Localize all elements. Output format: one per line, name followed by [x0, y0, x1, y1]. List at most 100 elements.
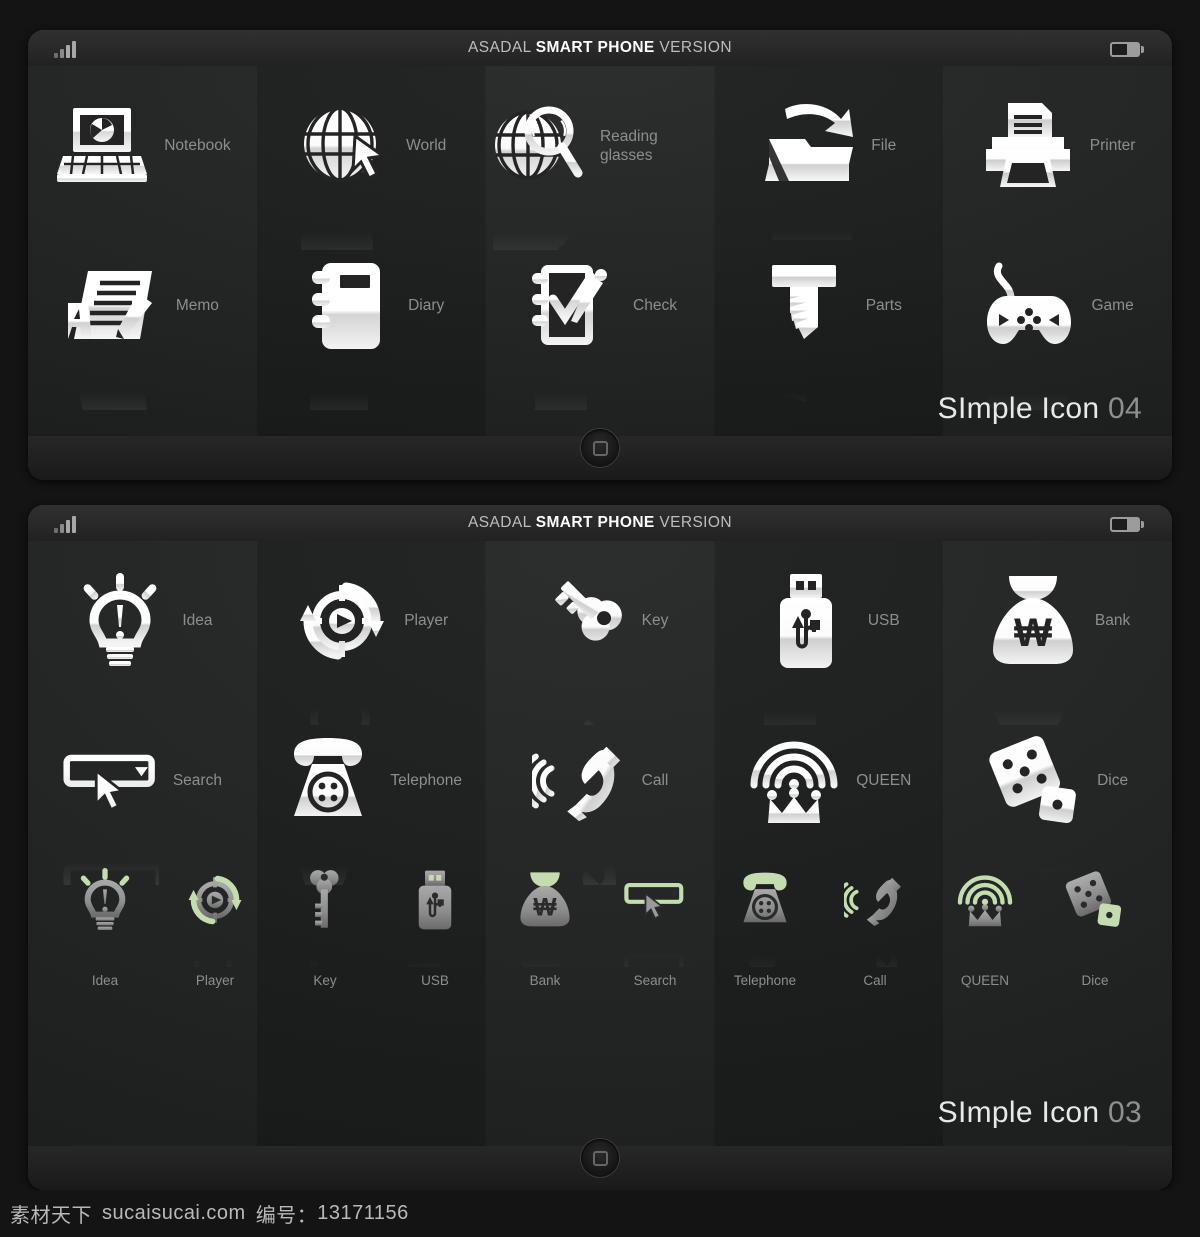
- signal-bars-icon: [54, 516, 76, 533]
- poster-root: ASADAL SMART PHONE VERSION Notebook Worl…: [0, 0, 1200, 1237]
- footer-site-url: sucaisucai.com: [102, 1202, 246, 1224]
- icon-label: Game: [1091, 297, 1134, 315]
- icon-cell-dice[interactable]: Dice: [943, 701, 1172, 873]
- crown-waves-icon: [954, 867, 1016, 951]
- icon-cell-diary[interactable]: Diary: [257, 226, 486, 410]
- icon-label: File: [871, 137, 897, 155]
- icon-cell-usb[interactable]: USB: [714, 541, 943, 725]
- svg-text:₩: ₩: [533, 894, 557, 921]
- rotary-telephone-icon: [734, 867, 796, 967]
- notebook-icon: [54, 94, 150, 230]
- icon-cell-printer[interactable]: Printer: [943, 66, 1172, 230]
- call-handset-waves-icon: [844, 867, 906, 967]
- icon-label: Call: [641, 772, 669, 790]
- crown-waves-icon: [746, 729, 842, 861]
- icon-cell-idea[interactable]: Idea: [28, 541, 257, 701]
- panel-2-brand: SImple Icon 03: [938, 1096, 1142, 1130]
- icon-label: Player: [404, 612, 449, 630]
- printer-icon: [980, 94, 1076, 230]
- home-button-icon[interactable]: [581, 1139, 619, 1177]
- status-title-suffix: VERSION: [654, 514, 732, 531]
- icon-cell-search[interactable]: Search: [28, 701, 257, 885]
- screw-bolt-icon-reflection: [756, 358, 852, 410]
- icon-label: Key: [641, 612, 669, 630]
- call-handset-waves-icon: [531, 729, 628, 885]
- brand-text-1: SImple Icon 04: [938, 392, 1142, 426]
- diary-notebook-icon: [298, 254, 394, 410]
- usb-drive-icon-reflection: [404, 933, 466, 967]
- status-title-prefix: ASADAL: [468, 39, 536, 56]
- icon-label: Diary: [408, 297, 445, 315]
- icon-cell-notebook[interactable]: Notebook: [28, 66, 257, 230]
- small-icon-cell-dice[interactable]: Dice: [1040, 861, 1150, 1031]
- search-dropdown-cursor-icon: [63, 729, 159, 885]
- small-icon-cell-key[interactable]: Key: [270, 861, 380, 1031]
- small-icon-cell-search[interactable]: Search: [600, 861, 710, 1031]
- icon-cell-world[interactable]: World: [257, 66, 486, 250]
- icon-grid-1-row-1: Notebook World Reading glasses File Prin…: [28, 66, 1172, 250]
- icon-cell-player[interactable]: Player: [257, 541, 486, 725]
- smartphone-panel-1: ASADAL SMART PHONE VERSION Notebook Worl…: [28, 30, 1172, 480]
- dice-icon: [1064, 867, 1126, 959]
- small-icon-cell-usb[interactable]: USB: [380, 861, 490, 1031]
- icon-label: Dice: [1081, 973, 1109, 988]
- footer-code-value: 13171156: [317, 1202, 409, 1224]
- small-icon-cell-call[interactable]: Call: [820, 861, 930, 1031]
- lightbulb-icon: [74, 867, 136, 943]
- crown-waves-icon-reflection: [954, 933, 1016, 967]
- icon-cell-reading-glasses[interactable]: Reading glasses: [486, 66, 715, 250]
- rotary-telephone-icon-reflection: [734, 933, 796, 967]
- player-refresh-icon-reflection: [184, 933, 246, 967]
- icon-cell-key[interactable]: Key: [486, 541, 715, 725]
- svg-text:₩: ₩: [1014, 611, 1052, 655]
- icon-label: Player: [195, 973, 235, 988]
- icon-cell-queen[interactable]: QUEEN: [714, 701, 943, 861]
- icon-label: Idea: [91, 973, 119, 988]
- panel-1-brand: SImple Icon 04: [938, 392, 1142, 426]
- screen-1: Notebook World Reading glasses File Prin…: [28, 66, 1172, 436]
- icon-cell-telephone[interactable]: Telephone: [257, 701, 486, 885]
- footer-code-label: 编号：: [255, 1205, 318, 1227]
- status-bar-title: ASADAL SMART PHONE VERSION: [468, 39, 732, 57]
- player-refresh-icon: [294, 569, 390, 725]
- icon-cell-check[interactable]: Check: [486, 226, 715, 410]
- brand-label: SImple Icon: [937, 1096, 1109, 1129]
- icon-cell-bank[interactable]: ₩ Bank: [943, 541, 1172, 725]
- icon-label: USB: [867, 612, 900, 630]
- small-icon-cell-bank[interactable]: ₩ Bank: [490, 861, 600, 1031]
- brand-text-2: SImple Icon 03: [938, 1096, 1142, 1130]
- footer-watermark: 素材天下 sucaisucai.com 编号： 13171156: [0, 1190, 1200, 1237]
- globe-magnifier-icon: [490, 94, 586, 250]
- small-icon-cell-queen[interactable]: QUEEN: [930, 861, 1040, 1031]
- icon-cell-file[interactable]: File: [714, 66, 943, 240]
- icon-label: Telephone: [390, 772, 462, 790]
- home-button-icon[interactable]: [581, 429, 619, 467]
- status-bar-1: ASADAL SMART PHONE VERSION: [28, 30, 1172, 66]
- icon-cell-parts[interactable]: Parts: [714, 226, 943, 402]
- brand-number: 04: [1108, 392, 1142, 425]
- memo-pencil-icon-reflection: [66, 358, 162, 410]
- icon-label: Idea: [182, 612, 213, 630]
- lightbulb-icon-reflection: [74, 933, 136, 967]
- gamepad-icon: [981, 254, 1077, 410]
- icon-cell-game[interactable]: Game: [943, 226, 1172, 410]
- key-icon-reflection: [294, 933, 356, 967]
- icon-label: Parts: [865, 297, 902, 315]
- small-icon-cell-telephone[interactable]: Telephone: [710, 861, 820, 1031]
- status-title-strong: SMART PHONE: [535, 39, 655, 56]
- screen-2: Idea Player Key USB ₩ Bank Search Teleph…: [28, 541, 1172, 1146]
- icon-cell-call[interactable]: Call: [486, 701, 715, 885]
- money-bag-won-icon-reflection: [514, 933, 576, 967]
- small-icon-cell-player[interactable]: Player: [160, 861, 270, 1031]
- status-title-suffix: VERSION: [654, 39, 732, 56]
- check-clipboard-icon: [523, 254, 619, 410]
- icon-label: Bank: [1094, 612, 1131, 630]
- battery-icon: [1110, 517, 1144, 532]
- lightbulb-icon: [72, 569, 168, 695]
- icon-cell-memo[interactable]: Memo: [28, 226, 257, 410]
- icon-label: QUEEN: [960, 973, 1009, 988]
- icon-label: Bank: [529, 973, 561, 988]
- small-icon-cell-idea[interactable]: Idea: [50, 861, 160, 1031]
- icon-label: Notebook: [164, 137, 231, 155]
- bottom-bar-2: [28, 1139, 1172, 1190]
